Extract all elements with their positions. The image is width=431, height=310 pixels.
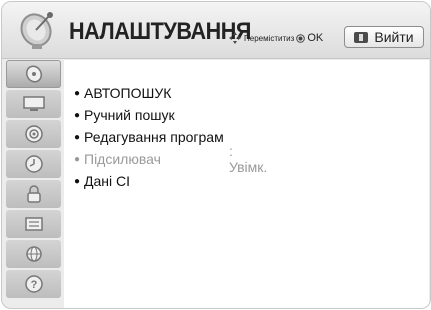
sidebar-item-support[interactable]: ? xyxy=(6,270,61,298)
menu-item-manual-tuning[interactable]: ● Ручний пошук xyxy=(74,104,224,126)
header-bar: НАЛАШТУВАННЯ Переміститиз OK Вийти xyxy=(2,2,430,59)
sidebar: ? xyxy=(6,60,61,308)
dpad-icon xyxy=(228,31,242,45)
satellite-dish-icon xyxy=(24,64,44,84)
menu-item-booster: ● Підсилювач : Увімк. xyxy=(74,143,267,175)
settings-menu: ● АВТОПОШУК ● Ручний пошук ● Редагування… xyxy=(74,82,267,192)
navigation-hint: Переміститиз OK xyxy=(228,31,323,45)
sidebar-item-time[interactable] xyxy=(6,150,61,178)
exit-button[interactable]: Вийти xyxy=(344,26,424,48)
sidebar-item-lock[interactable] xyxy=(6,180,61,208)
bullet-icon: ● xyxy=(74,109,81,121)
tv-screen-icon xyxy=(22,95,45,113)
bullet-icon: ● xyxy=(74,175,81,187)
lock-icon xyxy=(25,184,43,204)
menu-item-label: Редагування програм xyxy=(84,129,224,145)
options-icon xyxy=(24,215,44,233)
menu-item-label: АВТОПОШУК xyxy=(84,85,172,101)
sidebar-item-audio[interactable] xyxy=(6,120,61,148)
page-title: НАЛАШТУВАННЯ xyxy=(69,18,251,45)
menu-item-ci-info[interactable]: ● Дані CI xyxy=(74,170,224,192)
network-globe-icon xyxy=(24,244,44,264)
exit-button-label: Вийти xyxy=(374,29,414,45)
clock-icon xyxy=(24,154,44,174)
help-icon: ? xyxy=(24,274,44,294)
bullet-icon: ● xyxy=(74,87,81,99)
exit-key-icon xyxy=(354,31,369,43)
menu-item-label: Ручний пошук xyxy=(84,107,175,123)
bullet-icon: ● xyxy=(74,153,81,165)
menu-item-label: Дані CI xyxy=(84,173,130,189)
menu-item-auto-tuning[interactable]: ● АВТОПОШУК xyxy=(74,82,224,104)
sidebar-item-setup[interactable] xyxy=(6,60,61,88)
speaker-icon xyxy=(24,124,44,144)
hint-move-label: Переміститиз xyxy=(244,33,295,43)
sidebar-item-network[interactable] xyxy=(6,240,61,268)
menu-item-value: : Увімк. xyxy=(229,143,268,175)
svg-text:?: ? xyxy=(30,279,37,291)
satellite-dish-icon xyxy=(14,6,60,52)
hint-ok-label: OK xyxy=(307,32,324,44)
sidebar-item-picture[interactable] xyxy=(6,90,61,118)
bullet-icon: ● xyxy=(74,131,81,143)
menu-item-label: Підсилювач xyxy=(84,151,161,167)
settings-window: НАЛАШТУВАННЯ Переміститиз OK Вийти ? ● А… xyxy=(1,1,431,309)
ok-button-icon xyxy=(296,33,306,43)
menu-item-program-edit[interactable]: ● Редагування програм xyxy=(74,126,224,148)
menu-panel: ● АВТОПОШУК ● Ручний пошук ● Редагування… xyxy=(64,60,429,308)
sidebar-item-options[interactable] xyxy=(6,210,61,238)
